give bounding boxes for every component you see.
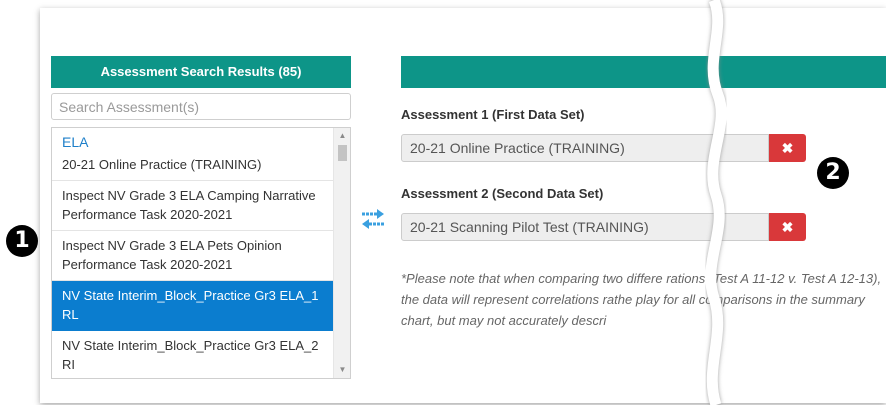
scroll-up-arrow-icon[interactable]: ▲	[334, 128, 350, 144]
comparison-note: *Please note that when comparing two dif…	[401, 271, 882, 328]
list-item[interactable]: Inspect NV Grade 3 ELA Camping Narrative…	[52, 181, 334, 231]
callout-marker-1: 1	[6, 225, 38, 257]
close-icon: ✖	[781, 140, 794, 156]
assessment-results-list[interactable]: ELA 20-21 Online Practice (TRAINING) Ins…	[51, 127, 351, 379]
list-item-selected[interactable]: NV State Interim_Block_Practice Gr3 ELA_…	[52, 281, 334, 331]
clear-assessment-1-button[interactable]: ✖	[769, 134, 806, 162]
list-item[interactable]: NV State Interim_Block_Practice Gr3 ELA_…	[52, 331, 334, 378]
close-icon: ✖	[781, 219, 794, 235]
list-scrollbar[interactable]: ▲ ▼	[333, 128, 350, 378]
scroll-down-arrow-icon[interactable]: ▼	[334, 362, 350, 378]
torn-edge-divider	[705, 0, 727, 405]
search-results-header: Assessment Search Results (85)	[51, 56, 351, 88]
list-item[interactable]: Inspect NV Grade 3 ELA Pets Opinion Perf…	[52, 231, 334, 281]
assessment-search-panel: Assessment Search Results (85) ELA 20-21…	[51, 56, 351, 379]
swap-arrows-icon	[362, 209, 384, 229]
assessment-2-label: Assessment 2 (Second Data Set)	[401, 186, 604, 201]
scroll-thumb[interactable]	[338, 145, 347, 161]
list-item[interactable]: 20-21 Online Practice (TRAINING)	[52, 150, 334, 181]
clear-assessment-2-button[interactable]: ✖	[769, 213, 806, 241]
comparison-header-bar	[401, 56, 886, 88]
assessment-1-label: Assessment 1 (First Data Set)	[401, 107, 585, 122]
callout-marker-2: 2	[817, 157, 849, 189]
group-label-ela: ELA	[62, 134, 89, 150]
search-assessment-input[interactable]	[51, 93, 351, 120]
